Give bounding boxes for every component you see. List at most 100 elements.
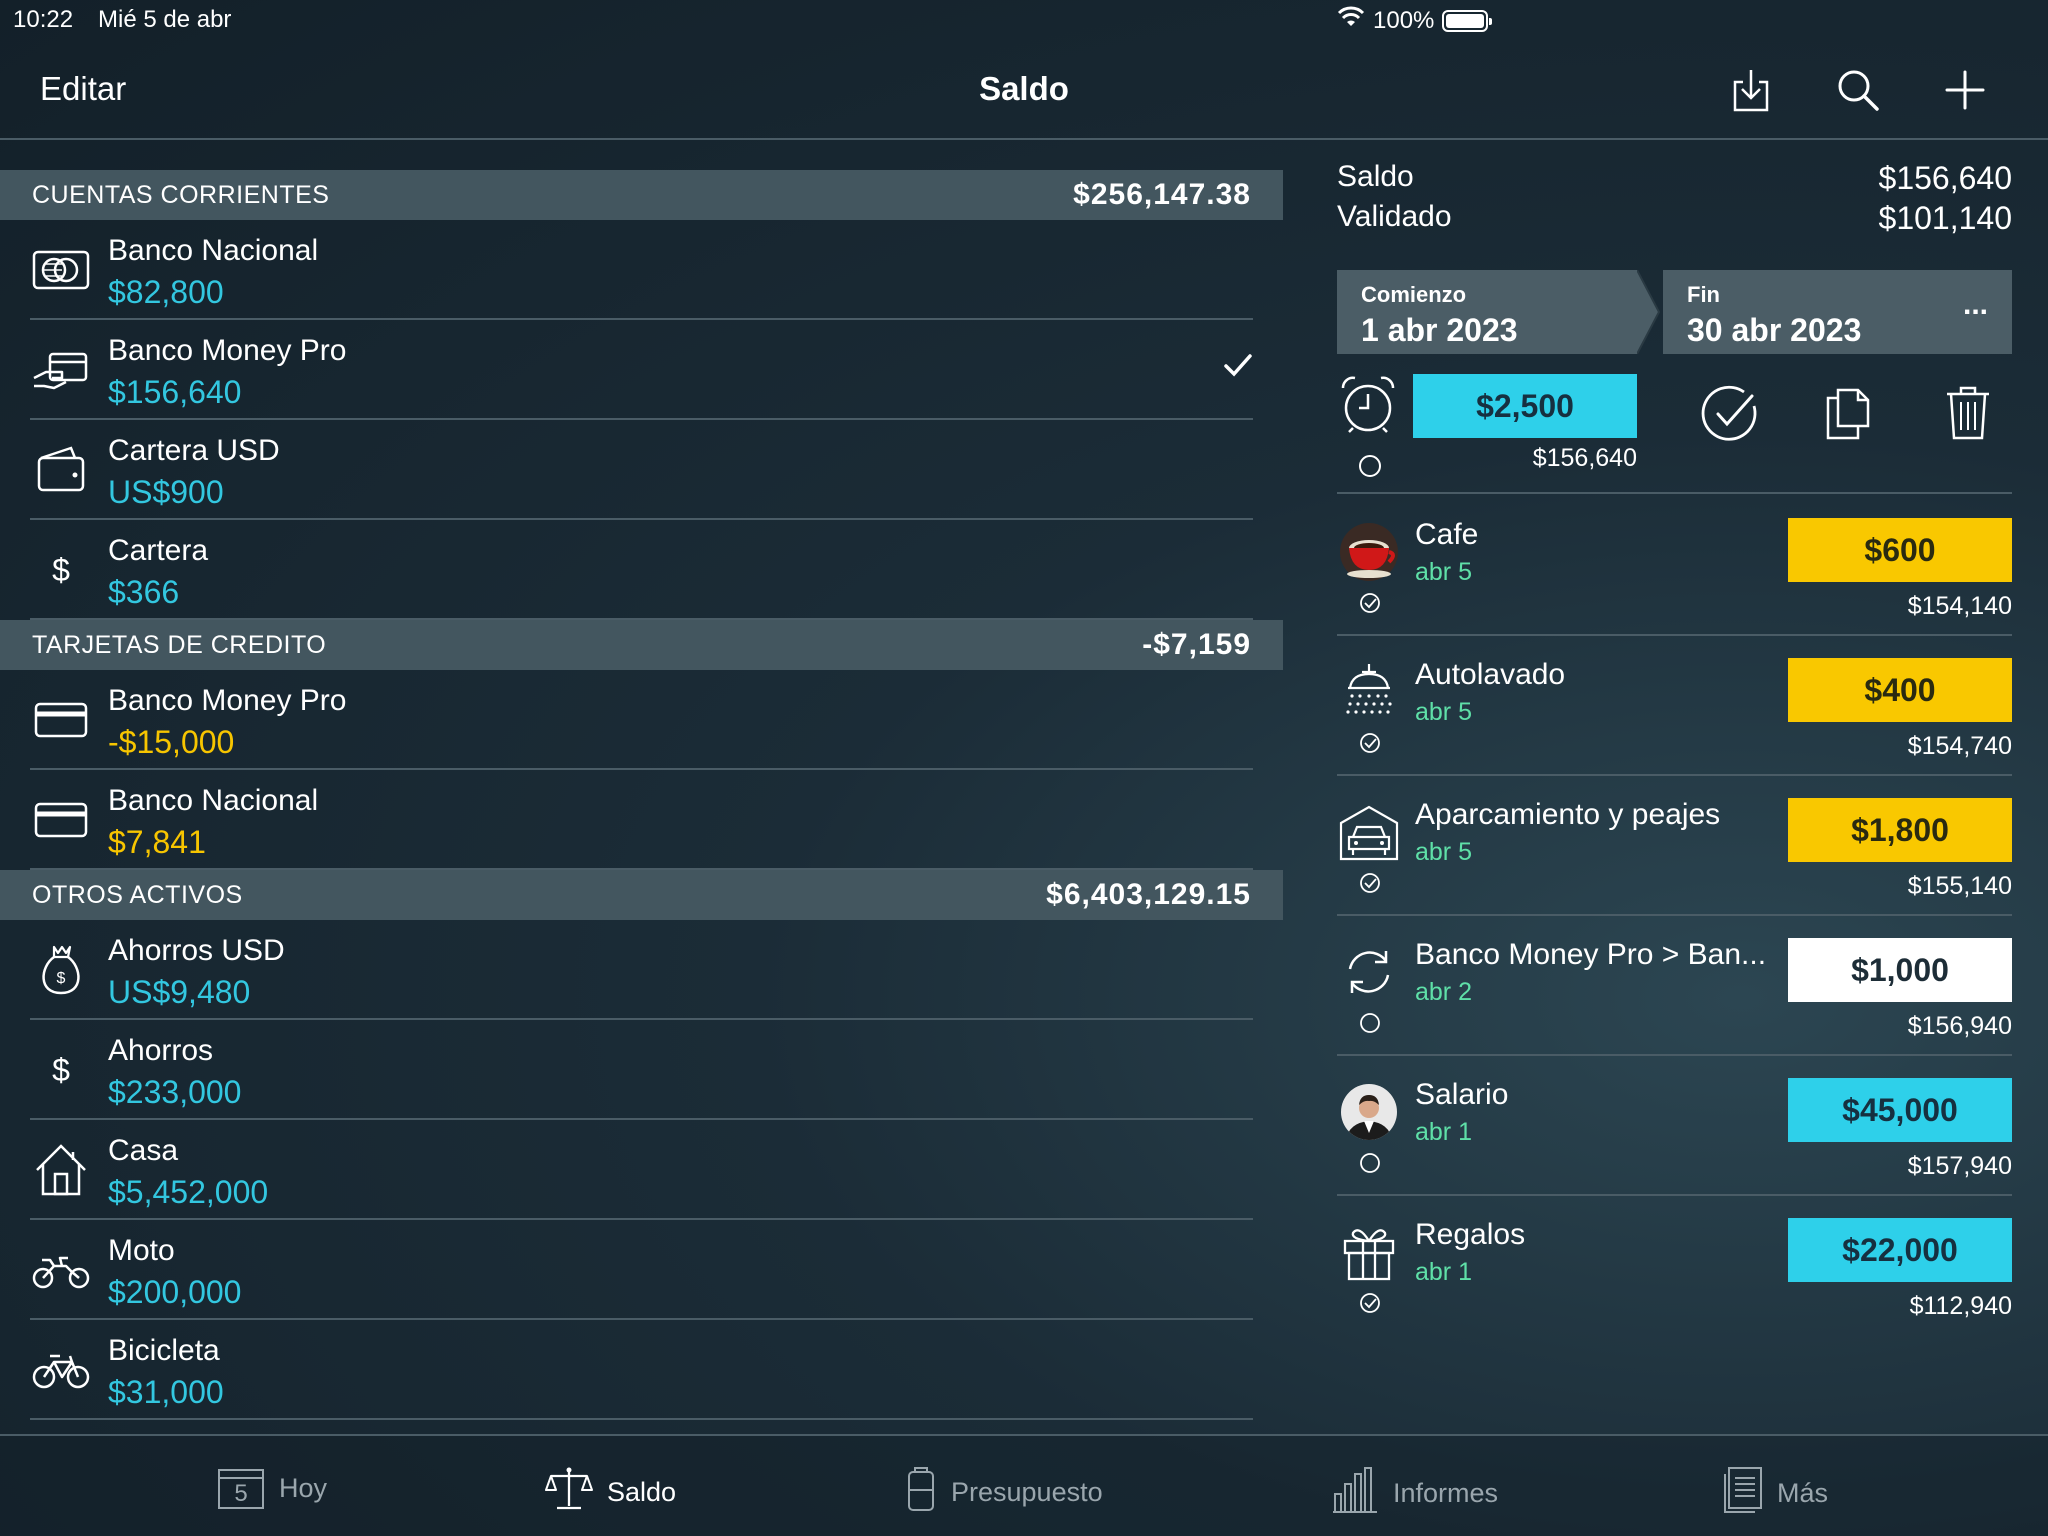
- coffee-cup-icon: [1339, 522, 1399, 582]
- unvalidated-status-icon[interactable]: [1359, 1012, 1381, 1034]
- validated-status-icon[interactable]: [1359, 872, 1381, 894]
- tab-label: Presupuesto: [951, 1477, 1103, 1507]
- section-header-other[interactable]: OTROS ACTIVOS $6,403,129.15: [0, 870, 1283, 920]
- svg-text:$: $: [57, 970, 66, 987]
- account-name: Banco Money Pro: [108, 334, 347, 367]
- scales-icon: [545, 1466, 593, 1519]
- account-balance: $7,841: [108, 824, 206, 860]
- start-date-value: 1 abr 2023: [1361, 312, 1518, 348]
- trash-icon[interactable]: [1943, 382, 1993, 447]
- motorcycle-icon: [32, 1242, 90, 1298]
- end-date-label: Fin: [1687, 282, 1720, 307]
- transaction-row[interactable]: Salario abr 1 $45,000 $157,940: [1337, 1056, 2012, 1196]
- account-row-selected[interactable]: Banco Money Pro $156,640: [30, 320, 1253, 420]
- account-row[interactable]: $ Ahorros USD US$9,480: [30, 920, 1253, 1020]
- download-tray-icon: [1731, 68, 1771, 117]
- transaction-row[interactable]: Aparcamiento y peajes abr 5 $1,800 $155,…: [1337, 776, 2012, 916]
- section-name: CUENTAS CORRIENTES: [32, 180, 330, 209]
- account-row[interactable]: Bicicleta $31,000: [30, 1320, 1253, 1420]
- transaction-amount[interactable]: $1,000: [1788, 938, 2012, 1002]
- account-balance: $156,640: [108, 374, 242, 410]
- end-date-value: 30 abr 2023: [1687, 312, 1862, 348]
- account-row[interactable]: Banco Money Pro -$15,000: [30, 670, 1253, 770]
- validate-check-icon[interactable]: [1700, 384, 1760, 449]
- quick-amount-button[interactable]: $2,500: [1413, 374, 1637, 438]
- transaction-name: Regalos: [1415, 1218, 1526, 1251]
- section-header-credit[interactable]: TARJETAS DE CREDITO -$7,159: [0, 620, 1283, 670]
- transaction-amount[interactable]: $600: [1788, 518, 2012, 582]
- account-name: Cartera: [108, 534, 209, 567]
- transaction-date: abr 5: [1415, 558, 1472, 586]
- running-balance: $154,140: [1907, 592, 2012, 620]
- house-icon: [32, 1142, 90, 1198]
- transaction-amount[interactable]: $400: [1788, 658, 2012, 722]
- quick-balance: $156,640: [1532, 444, 1637, 472]
- validado-label: Validado: [1337, 200, 1452, 233]
- calendar-icon: 5: [217, 1466, 265, 1510]
- add-button[interactable]: [1937, 64, 1993, 120]
- copy-documents-icon[interactable]: [1820, 382, 1880, 447]
- validated-status-icon[interactable]: [1359, 1292, 1381, 1314]
- validated-status-icon[interactable]: [1359, 592, 1381, 614]
- transaction-date: abr 2: [1415, 978, 1472, 1006]
- tab-informes[interactable]: Informes: [1331, 1466, 1498, 1521]
- account-name: Casa: [108, 1134, 179, 1167]
- unvalidated-status-icon[interactable]: [1359, 1152, 1381, 1174]
- transaction-amount[interactable]: $45,000: [1788, 1078, 2012, 1142]
- more-options-button[interactable]: ...: [1939, 270, 2012, 354]
- status-date: Mié 5 de abr: [98, 6, 232, 33]
- running-balance: $156,940: [1907, 1012, 2012, 1040]
- transaction-row[interactable]: Regalos abr 1 $22,000 $112,940: [1337, 1196, 2012, 1336]
- transaction-name: Aparcamiento y peajes: [1415, 798, 1721, 831]
- transaction-row[interactable]: Cafe abr 5 $600 $154,140: [1337, 496, 2012, 636]
- credit-card-icon: [32, 792, 90, 848]
- account-name: Moto: [108, 1234, 175, 1267]
- tab-label: Saldo: [607, 1477, 677, 1507]
- transaction-amount[interactable]: $1,800: [1788, 798, 2012, 862]
- tab-presupuesto[interactable]: Presupuesto: [905, 1466, 1103, 1519]
- tab-label: Hoy: [279, 1472, 328, 1503]
- account-name: Banco Nacional: [108, 234, 319, 267]
- summary-validado-row: Validado $101,140: [1337, 200, 2012, 240]
- start-date-button[interactable]: Comienzo 1 abr 2023: [1337, 270, 1637, 354]
- tab-bar: 5 Hoy Saldo Presupuesto Informes Más: [0, 1434, 2048, 1536]
- account-name: Banco Nacional: [108, 784, 319, 817]
- account-balance: US$900: [108, 474, 224, 510]
- section-name: TARJETAS DE CREDITO: [32, 630, 327, 659]
- import-button[interactable]: [1723, 64, 1779, 120]
- account-name: Cartera USD: [108, 434, 280, 467]
- account-name: Bicicleta: [108, 1334, 220, 1367]
- account-row[interactable]: Banco Nacional $7,841: [30, 770, 1253, 870]
- account-row[interactable]: $ Ahorros $233,000: [30, 1020, 1253, 1120]
- validated-status-icon[interactable]: [1359, 732, 1381, 754]
- date-range-selector: Comienzo 1 abr 2023 Fin 30 abr 2023 ...: [1337, 270, 2012, 354]
- edit-button[interactable]: Editar: [40, 70, 126, 108]
- account-balance: $82,800: [108, 274, 224, 310]
- running-balance: $154,740: [1907, 732, 2012, 760]
- end-date-button[interactable]: Fin 30 abr 2023: [1663, 270, 1973, 354]
- transaction-row[interactable]: Autolavado abr 5 $400 $154,740: [1337, 636, 2012, 776]
- account-balance: $366: [108, 574, 180, 610]
- transaction-amount[interactable]: $22,000: [1788, 1218, 2012, 1282]
- tab-saldo[interactable]: Saldo: [545, 1466, 676, 1519]
- status-time: 10:22: [13, 6, 74, 33]
- account-row[interactable]: Casa $5,452,000: [30, 1120, 1253, 1220]
- section-total: $256,147.38: [1073, 178, 1251, 211]
- account-row[interactable]: Moto $200,000: [30, 1220, 1253, 1320]
- account-row[interactable]: Banco Nacional $82,800: [30, 220, 1253, 320]
- search-button[interactable]: [1830, 64, 1886, 120]
- tab-mas[interactable]: Más: [1723, 1466, 1828, 1521]
- transaction-date: abr 1: [1415, 1118, 1472, 1146]
- account-row[interactable]: $ Cartera $366: [30, 520, 1253, 620]
- plus-icon: [1945, 70, 1985, 115]
- quick-entry-row: $2,500 $156,640: [1337, 374, 2012, 494]
- alarm-clock-icon[interactable]: [1339, 374, 1397, 439]
- status-circle-icon[interactable]: [1358, 454, 1382, 483]
- person-avatar-icon: [1339, 1082, 1399, 1142]
- account-row[interactable]: Cartera USD US$900: [30, 420, 1253, 520]
- section-header-checking[interactable]: CUENTAS CORRIENTES $256,147.38: [0, 170, 1283, 220]
- transaction-row[interactable]: Banco Money Pro > Ban... abr 2 $1,000 $1…: [1337, 916, 2012, 1056]
- account-detail-panel: Saldo $156,640 Validado $101,140 Comienz…: [1337, 160, 2012, 1320]
- tab-hoy[interactable]: 5 Hoy: [217, 1466, 327, 1510]
- account-balance: US$9,480: [108, 974, 251, 1010]
